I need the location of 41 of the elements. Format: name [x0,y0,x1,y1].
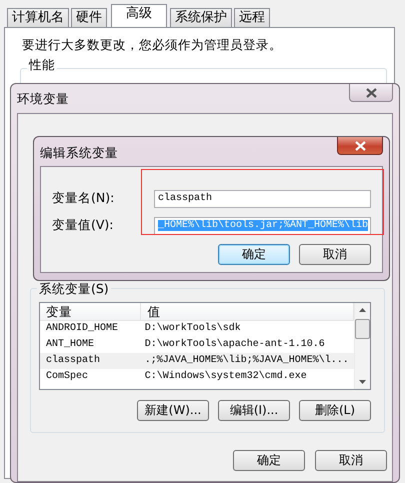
tab[interactable]: 计算机名 [7,8,69,27]
list-row[interactable]: classpath .;%JAVA_HOME%\lib;%JAVA_HOME%\l... [40,353,354,369]
dialog-title: 编辑系统变量 [40,145,118,162]
list-row[interactable]: ANDROID_HOME D:\workTools\sdk [40,321,354,337]
dialog-button[interactable]: 取消 [299,244,371,265]
window-title: 环境变量 [17,91,69,108]
list-row[interactable]: ComSpec C:\Windows\system32\cmd.exe [40,369,354,385]
column-header[interactable]: 变量 [40,303,142,320]
scrollbar[interactable] [354,303,370,389]
variable-name: ANDROID_HOME [45,322,120,336]
scroll-thumb[interactable] [355,319,370,339]
list-button[interactable]: 删除(L) [299,400,371,421]
variable-name: ANT_HOME [45,338,96,352]
variable-value: D:\workTools\apache-ant-1.10.6 [144,338,326,352]
list-button[interactable]: 编辑(I)... [218,400,290,421]
input-field[interactable]: classpath [154,190,371,208]
tab[interactable]: 系统保护 [170,8,232,27]
tab[interactable]: 硬件 [71,8,107,27]
variable-name: ComSpec [45,370,90,384]
list-button[interactable]: 新建(W)... [137,400,209,421]
group-title: 性能 [27,57,57,74]
dialog-button[interactable]: 取消 [315,450,387,471]
close-icon [354,140,366,150]
field-label: 变量名(N): [52,190,114,207]
variable-name: classpath [45,354,102,368]
close-icon [366,88,376,98]
field-label: 变量值(V): [52,217,114,234]
list-row[interactable]: ANT_HOME D:\workTools\apache-ant-1.10.6 [40,337,354,353]
admin-notice: 要进行大多数更改，您必须作为管理员登录。 [22,37,282,54]
scroll-down-icon[interactable] [359,380,366,384]
variable-value: C:\Windows\system32\cmd.exe [144,370,308,384]
close-button[interactable] [337,137,383,155]
group-title: 系统变量(S) [37,281,111,298]
dialog-button[interactable]: 确定 [218,244,290,265]
close-button[interactable] [349,84,393,102]
variable-value: .;%JAVA_HOME%\lib;%JAVA_HOME%\l... [144,354,350,368]
scroll-up-icon[interactable] [359,308,366,312]
variable-value: D:\workTools\sdk [144,322,242,336]
tab[interactable]: 高级 [111,4,167,27]
tab[interactable]: 远程 [234,8,270,27]
dialog-button[interactable]: 确定 [233,450,305,471]
